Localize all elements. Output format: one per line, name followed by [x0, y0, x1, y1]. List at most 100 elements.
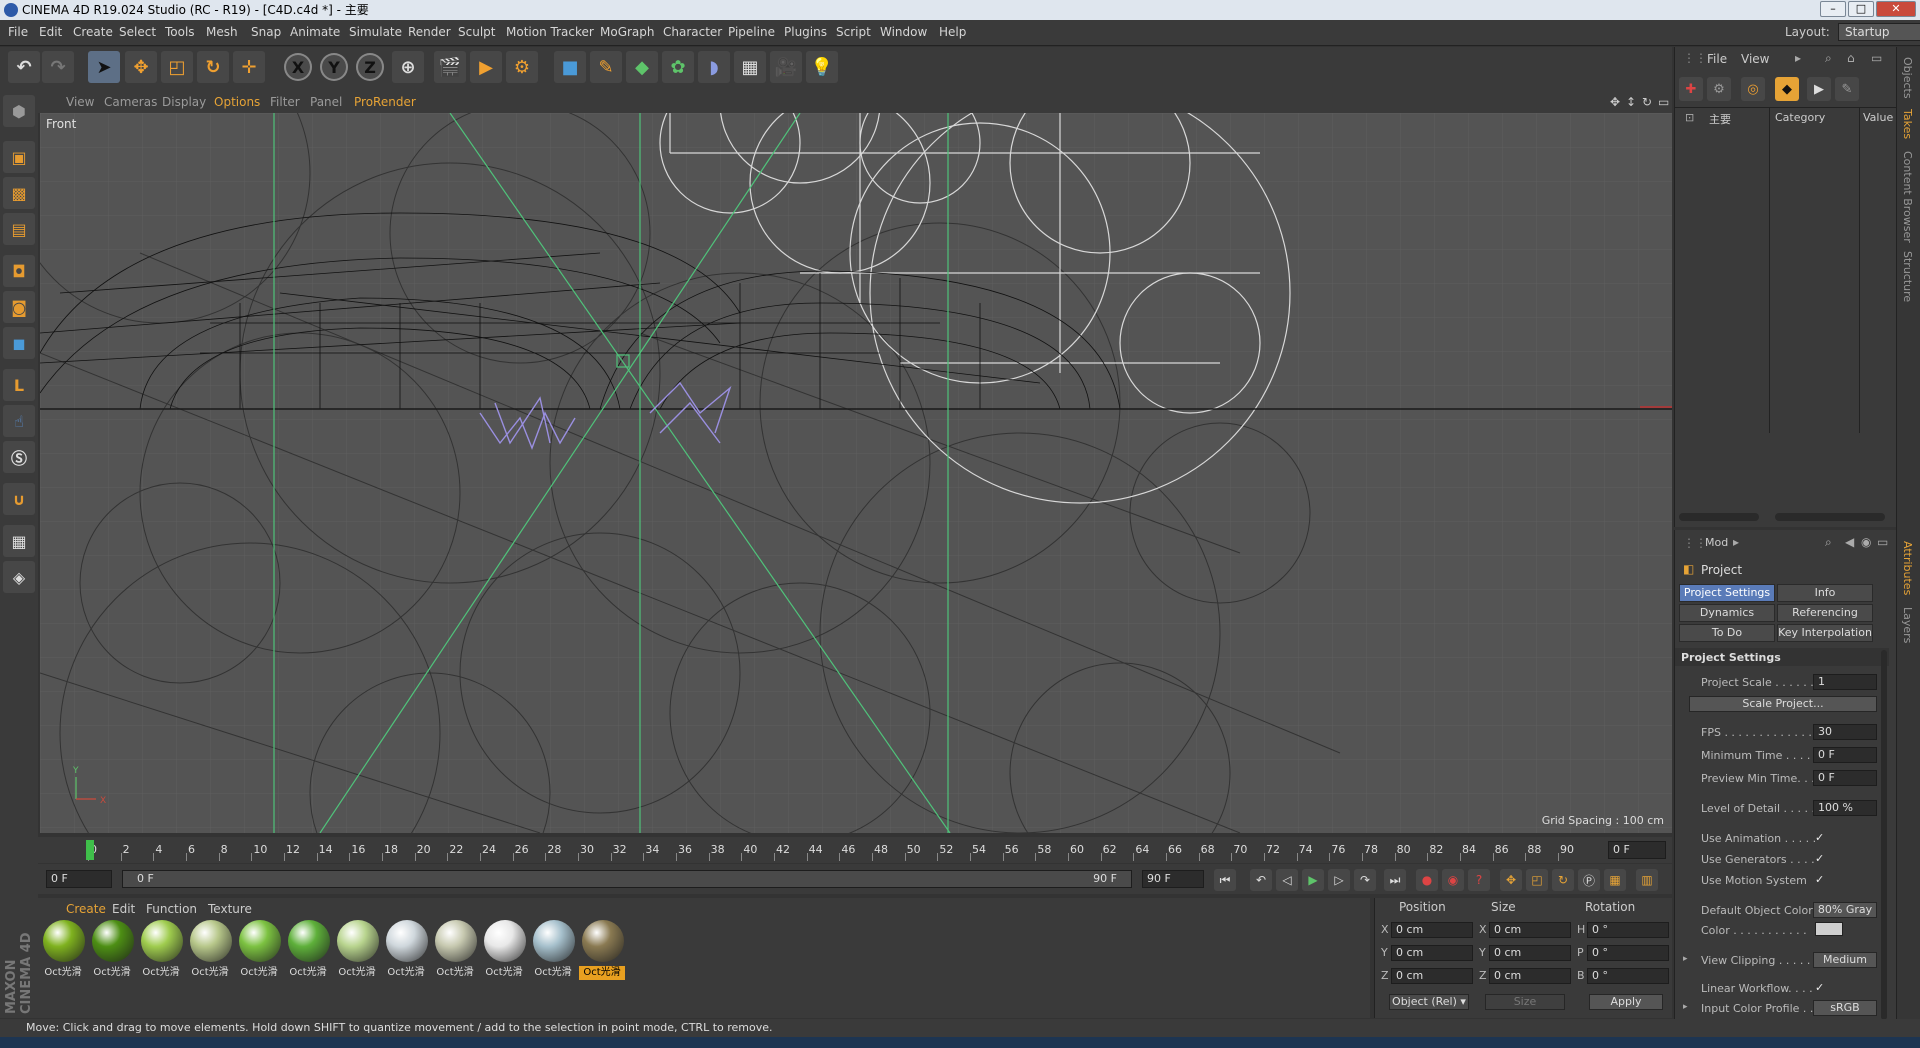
- expand-arrow-icon[interactable]: ▸: [1683, 1002, 1688, 1012]
- viewport-menu-panel[interactable]: Panel: [310, 95, 342, 109]
- polygons-mode-icon[interactable]: ◼: [3, 327, 35, 359]
- material-swatch[interactable]: Oct光滑: [432, 920, 478, 982]
- tweak-mode-icon[interactable]: ☝: [3, 405, 35, 437]
- menu-more-icon[interactable]: ▸: [1733, 535, 1739, 549]
- solo-mode-icon[interactable]: Ⓢ: [3, 441, 35, 473]
- home-icon[interactable]: ⌂: [1847, 51, 1855, 65]
- cube-icon[interactable]: ■: [554, 51, 586, 83]
- input-color-profile-select[interactable]: sRGB: [1813, 1000, 1877, 1016]
- current-frame-field[interactable]: 0 F: [1608, 841, 1666, 859]
- menu-simulate[interactable]: Simulate: [349, 25, 402, 39]
- menu-create[interactable]: Create: [73, 25, 113, 39]
- viewport[interactable]: Y X Front Grid Spacing : 100 cm: [40, 113, 1672, 833]
- side-tab-attributes[interactable]: Attributes: [1901, 541, 1914, 595]
- playhead[interactable]: [86, 840, 94, 860]
- key-pla-icon[interactable]: ▦: [1604, 869, 1626, 891]
- material-menu-edit[interactable]: Edit: [112, 902, 135, 916]
- color-swatch[interactable]: [1815, 922, 1843, 936]
- auto-take-icon[interactable]: ◎: [1741, 77, 1765, 101]
- close-button[interactable]: ✕: [1876, 1, 1916, 17]
- use-generators-checkbox[interactable]: ✓: [1815, 853, 1827, 865]
- expand-arrow-icon[interactable]: ▸: [1683, 954, 1688, 964]
- size-mode-select[interactable]: Size: [1485, 994, 1565, 1010]
- side-tab-takes[interactable]: Takes: [1901, 109, 1914, 139]
- horizontal-scrollbar[interactable]: [1679, 513, 1759, 521]
- material-swatch[interactable]: Oct光滑: [285, 920, 331, 982]
- rotate-tool-icon[interactable]: ↻: [197, 51, 229, 83]
- menu-plugins[interactable]: Plugins: [784, 25, 827, 39]
- tab-to-do[interactable]: To Do: [1679, 624, 1775, 642]
- back-icon[interactable]: ◀: [1845, 535, 1854, 549]
- new-take-icon[interactable]: ✚: [1679, 77, 1703, 101]
- floor-icon[interactable]: ▦: [734, 51, 766, 83]
- position-field[interactable]: 0 cm: [1391, 968, 1473, 984]
- coordinate-system-icon[interactable]: ⊕: [392, 51, 424, 83]
- maximize-button[interactable]: □: [1848, 1, 1874, 17]
- material-swatch[interactable]: Oct光滑: [481, 920, 527, 982]
- timeline-ruler[interactable]: 0246810121416182022242628303234363840424…: [38, 837, 1672, 863]
- deformer-icon[interactable]: ◗: [698, 51, 730, 83]
- menu-animate[interactable]: Animate: [290, 25, 340, 39]
- autokey-icon[interactable]: ◉: [1442, 869, 1464, 891]
- texture-mode-icon[interactable]: ▩: [3, 177, 35, 209]
- menu-file[interactable]: File: [8, 25, 28, 39]
- scale-project-button[interactable]: Scale Project...: [1689, 696, 1877, 712]
- minimize-button[interactable]: –: [1820, 1, 1846, 17]
- undo-button[interactable]: ↶: [8, 51, 40, 83]
- menu-snap[interactable]: Snap: [251, 25, 281, 39]
- menu-mograph[interactable]: MoGraph: [600, 25, 655, 39]
- material-swatch[interactable]: Oct光滑: [138, 920, 184, 982]
- previous-key-icon[interactable]: ↶: [1250, 869, 1272, 891]
- attribute-mode-menu[interactable]: Mod: [1705, 536, 1728, 549]
- live-selection-icon[interactable]: ➤: [88, 51, 120, 83]
- minimum-time-field[interactable]: 0 F: [1813, 747, 1877, 763]
- z-axis-lock-button[interactable]: Z: [356, 53, 384, 81]
- move-tool-icon[interactable]: ✥: [125, 51, 157, 83]
- material-swatch[interactable]: Oct光滑: [187, 920, 233, 982]
- keyframe-selection-icon[interactable]: ?: [1468, 869, 1490, 891]
- lock-icon[interactable]: ◉: [1861, 535, 1871, 549]
- viewport-menu-view[interactable]: View: [66, 95, 94, 109]
- points-mode-icon[interactable]: ◘: [3, 255, 35, 287]
- category-column-header[interactable]: Category: [1775, 111, 1825, 124]
- material-swatch[interactable]: Oct光滑: [530, 920, 576, 982]
- size-field[interactable]: 0 cm: [1489, 922, 1571, 938]
- viewport-rotate-icon[interactable]: ↻: [1642, 95, 1652, 109]
- menu-script[interactable]: Script: [836, 25, 871, 39]
- scale-tool-icon[interactable]: ◰: [161, 51, 193, 83]
- model-mode-icon[interactable]: ▣: [3, 141, 35, 173]
- material-swatch[interactable]: Oct光滑: [383, 920, 429, 982]
- render-picture-viewer-icon[interactable]: ▶: [470, 51, 502, 83]
- side-tab-objects[interactable]: Objects: [1901, 57, 1914, 99]
- timeline-window-icon[interactable]: ▥: [1636, 869, 1658, 891]
- linear-workflow-checkbox[interactable]: ✓: [1815, 982, 1827, 994]
- take-main-item[interactable]: 主要: [1709, 111, 1731, 127]
- override-take-icon[interactable]: ◆: [1775, 77, 1799, 101]
- viewport-maximize-icon[interactable]: ▭: [1658, 95, 1669, 109]
- viewport-menu-display[interactable]: Display: [162, 95, 206, 109]
- workplane-mode-icon[interactable]: ▤: [3, 213, 35, 245]
- menu-window[interactable]: Window: [880, 25, 927, 39]
- side-tab-content-browser[interactable]: Content Browser: [1901, 151, 1914, 243]
- pen-spline-icon[interactable]: ✎: [590, 51, 622, 83]
- lock-take-icon[interactable]: ✎: [1835, 77, 1859, 101]
- rotation-field[interactable]: 0 °: [1587, 968, 1669, 984]
- menu-render[interactable]: Render: [408, 25, 451, 39]
- previous-frame-icon[interactable]: ◁: [1276, 869, 1298, 891]
- preview-range-slider[interactable]: 0 F 90 F: [122, 870, 1132, 888]
- viewport-move-icon[interactable]: ✥: [1610, 95, 1620, 109]
- edges-mode-icon[interactable]: ◙: [3, 291, 35, 323]
- position-field[interactable]: 0 cm: [1391, 922, 1473, 938]
- menu-select[interactable]: Select: [119, 25, 156, 39]
- camera-icon[interactable]: 🎥: [770, 51, 802, 83]
- key-parameter-icon[interactable]: Ⓟ: [1578, 869, 1600, 891]
- light-icon[interactable]: 💡: [806, 51, 838, 83]
- use-animation-checkbox[interactable]: ✓: [1815, 832, 1827, 844]
- redo-button[interactable]: ↷: [42, 51, 74, 83]
- record-icon[interactable]: ●: [1416, 869, 1438, 891]
- next-key-icon[interactable]: ↷: [1354, 869, 1376, 891]
- menu-motion-tracker[interactable]: Motion Tracker: [506, 25, 594, 39]
- side-tab-layers[interactable]: Layers: [1901, 607, 1914, 643]
- material-menu-create[interactable]: Create: [66, 902, 106, 916]
- tab-referencing[interactable]: Referencing: [1777, 604, 1873, 622]
